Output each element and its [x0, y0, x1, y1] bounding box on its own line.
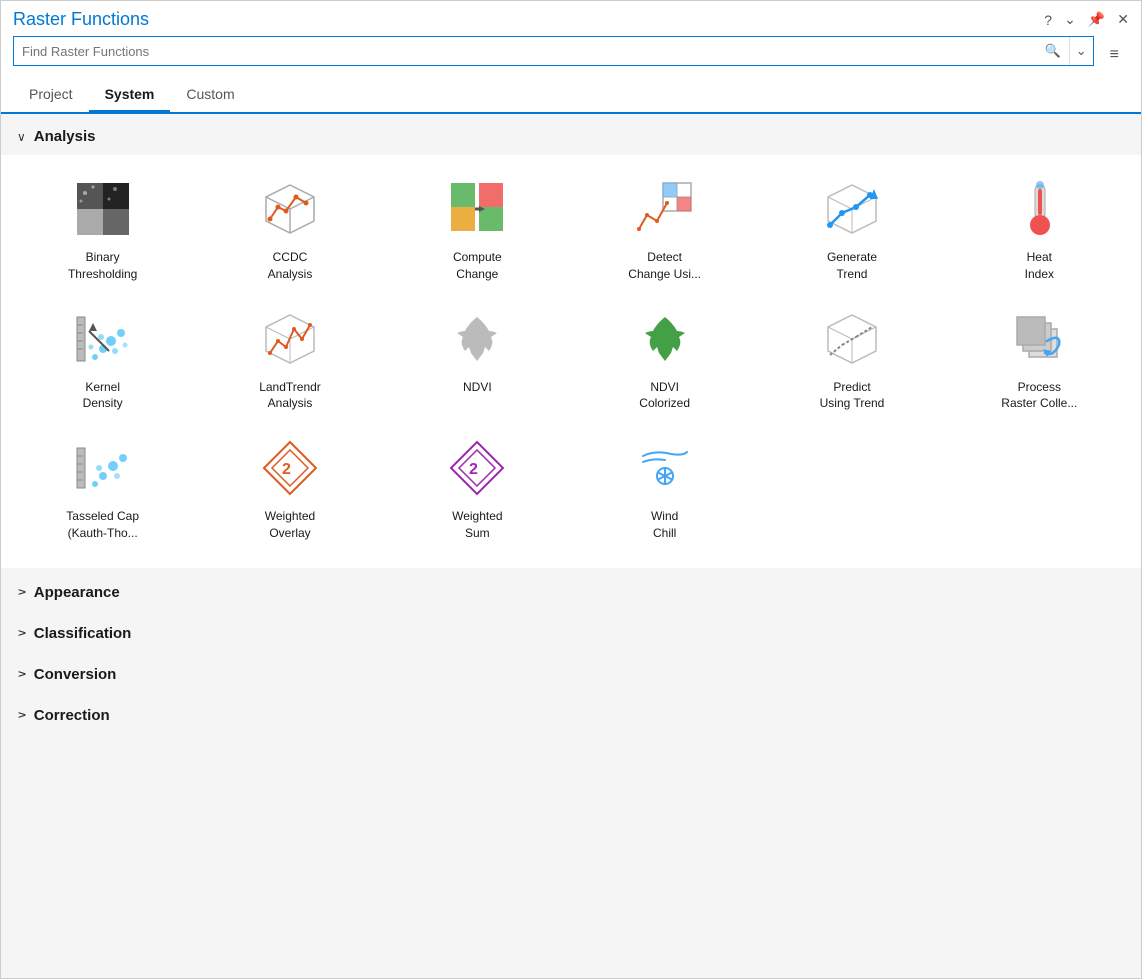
func-ccdc-analysis[interactable]: CCDCAnalysis	[196, 163, 383, 293]
pin-icon[interactable]: 📌	[1088, 11, 1105, 28]
title-icons: ? ⌄ 📌 ✕	[1044, 11, 1129, 28]
section-appearance-title: Appearance	[34, 584, 120, 601]
ndvi-icon	[445, 307, 509, 371]
func-ndvi-colorized[interactable]: NDVIColorized	[571, 293, 758, 423]
title-bar: Raster Functions ? ⌄ 📌 ✕ 🔍 ⌄ ≡ Project S…	[1, 1, 1141, 114]
wind-chill-icon	[633, 436, 697, 500]
heat-index-label: HeatIndex	[1025, 249, 1054, 283]
func-tasseled-cap[interactable]: Tasseled Cap(Kauth-Tho...	[9, 422, 196, 552]
tab-system[interactable]: System	[89, 80, 171, 112]
panel-title: Raster Functions	[13, 9, 149, 30]
analysis-grid: BinaryThresholding	[1, 155, 1141, 568]
compute-change-label: ComputeChange	[453, 249, 502, 283]
generate-trend-icon	[820, 177, 884, 241]
predict-using-trend-label: PredictUsing Trend	[820, 379, 885, 413]
section-correction-header[interactable]: ∨ Correction	[1, 693, 1141, 734]
weighted-overlay-icon: 2	[258, 436, 322, 500]
ccdc-analysis-icon	[258, 177, 322, 241]
landtrendr-analysis-icon	[258, 307, 322, 371]
ccdc-analysis-label: CCDCAnalysis	[268, 249, 313, 283]
kernel-density-label: KernelDensity	[83, 379, 123, 413]
generate-trend-label: GenerateTrend	[827, 249, 877, 283]
predict-using-trend-icon	[820, 307, 884, 371]
chevron-down-icon[interactable]: ⌄	[1064, 11, 1076, 28]
chevron-classification-icon: ∨	[14, 629, 28, 638]
chevron-analysis-icon: ∨	[17, 130, 26, 144]
tasseled-cap-icon	[71, 436, 135, 500]
binary-thresholding-icon	[71, 177, 135, 241]
close-icon[interactable]: ✕	[1117, 11, 1129, 28]
func-heat-index[interactable]: HeatIndex	[946, 163, 1133, 293]
compute-change-icon	[445, 177, 509, 241]
ndvi-label: NDVI	[463, 379, 492, 396]
section-conversion: ∨ Conversion	[1, 652, 1141, 693]
title-row: Raster Functions ? ⌄ 📌 ✕	[13, 9, 1129, 30]
section-appearance: ∨ Appearance	[1, 570, 1141, 611]
func-process-raster-colle[interactable]: ProcessRaster Colle...	[946, 293, 1133, 423]
section-conversion-title: Conversion	[34, 666, 117, 683]
heat-index-icon	[1007, 177, 1071, 241]
wind-chill-label: WindChill	[651, 508, 678, 542]
process-raster-colle-icon	[1007, 307, 1071, 371]
content-area: ∨ Analysis	[1, 114, 1141, 978]
func-detect-change[interactable]: DetectChange Usi...	[571, 163, 758, 293]
func-ndvi[interactable]: NDVI	[384, 293, 571, 423]
section-classification-title: Classification	[34, 625, 132, 642]
func-wind-chill[interactable]: WindChill	[571, 422, 758, 552]
chevron-appearance-icon: ∨	[14, 588, 28, 597]
weighted-sum-icon: 2	[445, 436, 509, 500]
func-kernel-density[interactable]: KernelDensity	[9, 293, 196, 423]
tasseled-cap-label: Tasseled Cap(Kauth-Tho...	[66, 508, 139, 542]
kernel-density-icon	[71, 307, 135, 371]
func-generate-trend[interactable]: GenerateTrend	[758, 163, 945, 293]
section-analysis-title: Analysis	[34, 128, 96, 145]
func-landtrendr-analysis[interactable]: LandTrendrAnalysis	[196, 293, 383, 423]
search-bar: 🔍 ⌄	[13, 36, 1094, 66]
weighted-sum-label: WeightedSum	[452, 508, 502, 542]
section-analysis-header[interactable]: ∨ Analysis	[1, 114, 1141, 155]
search-icon[interactable]: 🔍	[1037, 37, 1069, 65]
func-binary-thresholding[interactable]: BinaryThresholding	[9, 163, 196, 293]
tabs-row: Project System Custom	[13, 80, 1129, 112]
hamburger-menu-icon[interactable]: ≡	[1100, 40, 1129, 70]
func-compute-change[interactable]: ComputeChange	[384, 163, 571, 293]
search-dropdown-icon[interactable]: ⌄	[1069, 37, 1093, 65]
help-icon[interactable]: ?	[1044, 12, 1052, 28]
section-classification-header[interactable]: ∨ Classification	[1, 611, 1141, 652]
process-raster-colle-label: ProcessRaster Colle...	[1001, 379, 1077, 413]
chevron-correction-icon: ∨	[14, 711, 28, 720]
ndvi-colorized-icon	[633, 307, 697, 371]
search-input[interactable]	[14, 38, 1037, 65]
func-weighted-sum[interactable]: 2 WeightedSum	[384, 422, 571, 552]
section-correction-title: Correction	[34, 707, 110, 724]
ndvi-colorized-label: NDVIColorized	[639, 379, 690, 413]
section-correction: ∨ Correction	[1, 693, 1141, 734]
chevron-conversion-icon: ∨	[14, 670, 28, 679]
section-appearance-header[interactable]: ∨ Appearance	[1, 570, 1141, 611]
section-conversion-header[interactable]: ∨ Conversion	[1, 652, 1141, 693]
landtrendr-analysis-label: LandTrendrAnalysis	[259, 379, 321, 413]
weighted-overlay-label: WeightedOverlay	[265, 508, 315, 542]
raster-functions-panel: Raster Functions ? ⌄ 📌 ✕ 🔍 ⌄ ≡ Project S…	[0, 0, 1142, 979]
section-classification: ∨ Classification	[1, 611, 1141, 652]
binary-thresholding-label: BinaryThresholding	[68, 249, 137, 283]
detect-change-label: DetectChange Usi...	[628, 249, 701, 283]
func-predict-using-trend[interactable]: PredictUsing Trend	[758, 293, 945, 423]
detect-change-icon	[633, 177, 697, 241]
section-analysis: ∨ Analysis	[1, 114, 1141, 568]
svg-text:2: 2	[282, 461, 291, 478]
func-weighted-overlay[interactable]: 2 WeightedOverlay	[196, 422, 383, 552]
tab-project[interactable]: Project	[13, 80, 89, 112]
tab-custom[interactable]: Custom	[170, 80, 250, 112]
svg-text:2: 2	[469, 461, 478, 478]
